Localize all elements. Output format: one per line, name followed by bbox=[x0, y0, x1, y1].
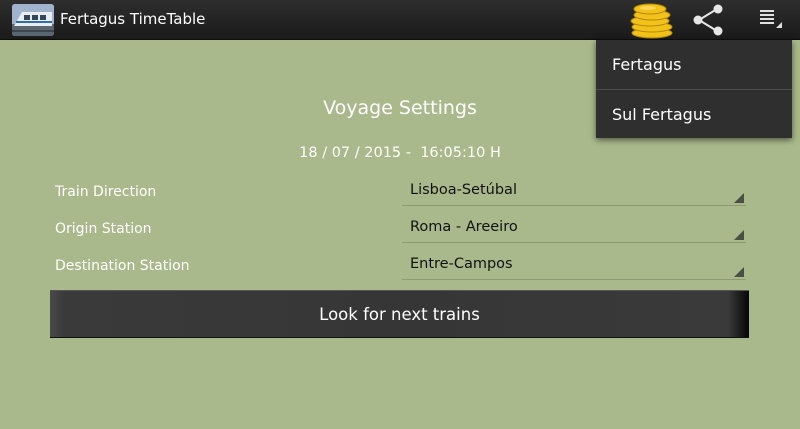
train-direction-value: Lisboa-Setúbal bbox=[410, 182, 517, 198]
dropdown-arrow-icon bbox=[734, 267, 744, 277]
train-direction-label: Train Direction bbox=[55, 184, 157, 200]
origin-station-select[interactable]: Roma - Areeiro bbox=[402, 219, 746, 243]
overflow-menu-icon[interactable] bbox=[756, 6, 784, 34]
menu-item-sul-fertagus[interactable]: Sul Fertagus bbox=[596, 90, 792, 139]
dropdown-arrow-icon bbox=[734, 230, 744, 240]
share-icon[interactable] bbox=[688, 2, 728, 38]
train-icon[interactable] bbox=[12, 4, 54, 36]
look-for-next-trains-button[interactable]: Look for next trains bbox=[50, 290, 749, 338]
app-title: Fertagus TimeTable bbox=[60, 10, 206, 28]
coins-icon[interactable] bbox=[628, 0, 674, 40]
destination-station-label: Destination Station bbox=[55, 258, 190, 274]
origin-station-label: Origin Station bbox=[55, 221, 152, 237]
destination-station-value: Entre-Campos bbox=[410, 256, 513, 272]
menu-item-fertagus[interactable]: Fertagus bbox=[596, 40, 792, 89]
destination-station-select[interactable]: Entre-Campos bbox=[402, 256, 746, 280]
current-datetime: 18 / 07 / 2015 - 16:05:10 H bbox=[299, 145, 501, 161]
train-direction-select[interactable]: Lisboa-Setúbal bbox=[402, 182, 746, 206]
overflow-menu: Fertagus Sul Fertagus bbox=[596, 40, 792, 138]
action-bar: Fertagus TimeTable bbox=[0, 0, 800, 40]
dropdown-arrow-icon bbox=[734, 193, 744, 203]
origin-station-value: Roma - Areeiro bbox=[410, 219, 518, 235]
